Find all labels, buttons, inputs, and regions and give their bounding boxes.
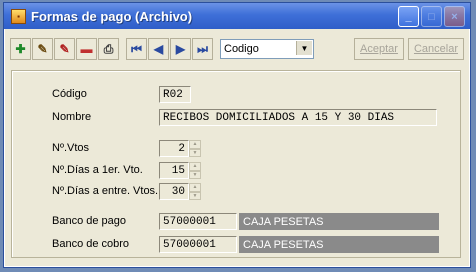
edit-record-button[interactable]: ✎	[32, 38, 53, 60]
dias-entre-label: Nº.Días a entre. Vtos.	[52, 185, 159, 197]
next-record-button[interactable]: ▶	[170, 38, 191, 60]
order-select-value: Codigo	[224, 43, 259, 55]
last-record-button[interactable]: ⏭	[192, 38, 213, 60]
print-icon: ⎙	[103, 41, 114, 56]
first-record-button[interactable]: ⏮	[126, 38, 147, 60]
payment-forms-window: ▪ Formas de pago (Archivo) _ □ × ✚ ✎ ✎ ▬…	[3, 2, 471, 268]
banco-cobro-name: CAJA PESETAS	[239, 236, 439, 253]
prev-record-icon: ◀	[153, 42, 164, 56]
banco-cobro-code[interactable]: 57000001	[159, 236, 237, 253]
dias-primer-label: Nº.Días a 1er. Vto.	[52, 164, 143, 176]
add-icon: ✚	[15, 42, 26, 56]
banco-cobro-label: Banco de cobro	[52, 238, 130, 250]
last-record-icon: ⏭	[197, 41, 208, 56]
close-button: ×	[444, 6, 465, 27]
banco-pago-label: Banco de pago	[52, 215, 127, 227]
first-record-icon: ⏮	[131, 41, 142, 56]
toolbar: ✚ ✎ ✎ ▬ ⎙ ⏮ ◀ ▶ ⏭ Codigo ▼ Aceptar Cance…	[10, 36, 464, 62]
minimize-button[interactable]: _	[398, 6, 419, 27]
codigo-field[interactable]: R02	[159, 86, 191, 103]
maximize-button: □	[421, 6, 442, 27]
nvtos-stepper[interactable]: 2 ▲ ▼	[159, 140, 201, 157]
nombre-label: Nombre	[52, 111, 92, 123]
accept-button[interactable]: Aceptar	[354, 38, 404, 60]
app-icon: ▪	[11, 8, 26, 24]
delete-record-button[interactable]: ▬	[76, 38, 97, 60]
dias-primer-value[interactable]: 15	[159, 162, 189, 179]
prev-record-button[interactable]: ◀	[148, 38, 169, 60]
dias-entre-value[interactable]: 30	[159, 183, 189, 200]
title-bar[interactable]: ▪ Formas de pago (Archivo) _ □ ×	[4, 3, 470, 29]
dias-primer-stepper[interactable]: 15 ▲ ▼	[159, 162, 201, 179]
print-button[interactable]: ⎙	[98, 38, 119, 60]
spin-down-icon[interactable]: ▼	[189, 170, 201, 179]
edit-icon: ✎	[37, 42, 48, 56]
order-select[interactable]: Codigo ▼	[220, 39, 314, 59]
banco-pago-name: CAJA PESETAS	[239, 213, 439, 230]
nvtos-label: Nº.Vtos	[52, 142, 90, 154]
nvtos-value[interactable]: 2	[159, 140, 189, 157]
edit-alt-icon: ✎	[59, 42, 70, 56]
dias-entre-stepper[interactable]: 30 ▲ ▼	[159, 183, 201, 200]
banco-pago-code[interactable]: 57000001	[159, 213, 237, 230]
chevron-down-icon[interactable]: ▼	[296, 41, 312, 55]
codigo-label: Código	[52, 88, 87, 100]
edit-alt-button[interactable]: ✎	[54, 38, 75, 60]
spin-up-icon[interactable]: ▲	[189, 140, 201, 149]
form-panel: Código R02 Nombre RECIBOS DOMICILIADOS A…	[11, 70, 461, 258]
add-record-button[interactable]: ✚	[10, 38, 31, 60]
window-controls: _ □ ×	[398, 6, 465, 27]
spin-up-icon[interactable]: ▲	[189, 162, 201, 171]
window-title: Formas de pago (Archivo)	[31, 8, 193, 24]
nombre-field[interactable]: RECIBOS DOMICILIADOS A 15 Y 30 DIAS	[159, 109, 437, 126]
cancel-button[interactable]: Cancelar	[407, 38, 464, 60]
spin-down-icon[interactable]: ▼	[189, 191, 201, 200]
delete-icon: ▬	[80, 42, 93, 56]
spin-down-icon[interactable]: ▼	[189, 148, 201, 157]
next-record-icon: ▶	[175, 42, 186, 56]
spin-up-icon[interactable]: ▲	[189, 183, 201, 192]
